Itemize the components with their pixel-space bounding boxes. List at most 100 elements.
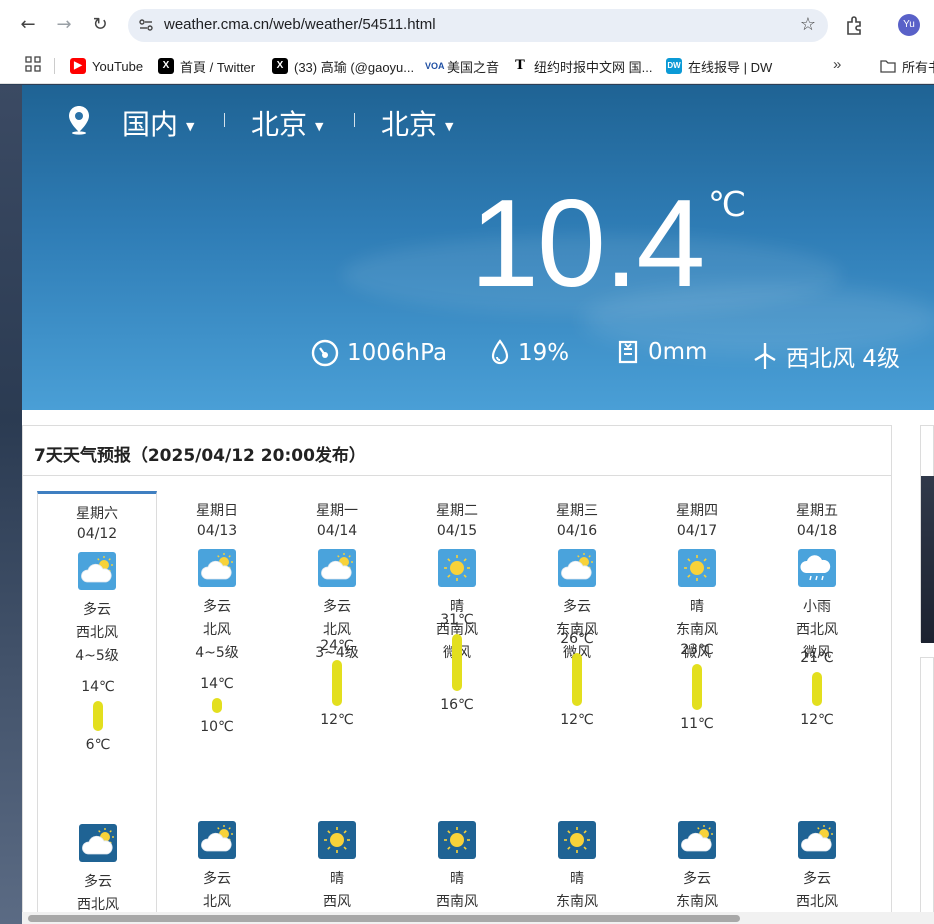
day-weather-label: 小雨 [803, 599, 831, 615]
bookmark-twitter-home[interactable]: X 首頁 / Twitter [158, 56, 255, 76]
bookmark-youtube[interactable]: ▶ YouTube [70, 56, 143, 76]
apps-grid-icon[interactable] [25, 56, 41, 72]
bookmark-gaoyu[interactable]: X (33) 高瑜 (@gaoyu... [272, 56, 414, 76]
bookmark-dw[interactable]: DW 在线报导 | DW [666, 56, 772, 76]
caret-down-icon: ▼ [186, 119, 195, 133]
low-temperature: 10℃ [200, 719, 234, 736]
bookmark-star-icon[interactable]: ☆ [800, 14, 816, 35]
address-bar[interactable]: weather.cma.cn/web/weather/54511.html ☆ [128, 9, 828, 42]
precipitation-value: 0mm [648, 339, 708, 365]
day-weather-label: 多云 [323, 599, 351, 615]
reload-button[interactable]: ↻ [87, 12, 113, 38]
date-label: 04/18 [796, 523, 838, 539]
night-wind-direction: 西北风 [796, 894, 838, 910]
more-bookmarks-icon[interactable]: » [833, 56, 841, 73]
pressure-value: 1006hPa [347, 340, 448, 366]
night-forecast: 多云 西北风 [757, 821, 877, 912]
caret-down-icon: ▼ [315, 119, 324, 133]
sunny-night-icon [558, 821, 596, 859]
location-pin-icon [69, 106, 89, 135]
low-temperature: 16℃ [440, 696, 474, 713]
province-selector[interactable]: 北京 ▼ [251, 103, 323, 143]
day-wind-direction: 北风 [323, 622, 351, 638]
bookmark-label: 美国之音 [447, 59, 500, 75]
day-weather-label: 多云 [83, 602, 111, 618]
city-label: 北京 [381, 108, 438, 141]
night-forecast: 晴西风 [277, 821, 397, 912]
current-weather-banner: 国内 ▼ 北京 ▼ 北京 ▼ 10.4 ℃ 1006hPa 19% 0mm 西北… [22, 85, 934, 410]
sidebar-image [921, 476, 934, 643]
bookmark-label: YouTube [92, 58, 144, 74]
youtube-icon: ▶ [70, 58, 86, 74]
low-temperature: 12℃ [320, 711, 354, 728]
bookmark-voa[interactable]: VOA 美国之音 [425, 56, 499, 76]
profile-avatar[interactable]: Yu [898, 14, 920, 36]
day-weather-label: 多云 [203, 599, 231, 615]
high-temperature: 14℃ [200, 676, 234, 693]
bookmark-label: 首頁 / Twitter [180, 59, 256, 75]
province-label: 北京 [251, 108, 308, 141]
selector-divider [354, 113, 355, 127]
all-bookmarks-folder[interactable]: 所有书 [880, 56, 934, 76]
partly-cloudy-icon [318, 549, 356, 587]
temperature-range-bar [332, 660, 342, 706]
forecast-day[interactable]: 星期五 04/18 小雨 西北风 微风 21℃ 12℃ 多云 西北风 [757, 491, 877, 924]
forecast-day[interactable]: 星期二04/15晴西南风微风31℃16℃晴西南风 [397, 491, 517, 924]
date-label: 04/14 [316, 523, 358, 539]
temperature-range-bar [93, 701, 103, 732]
extensions-icon[interactable] [844, 14, 866, 36]
low-temperature: 6℃ [85, 737, 111, 754]
forecast-day[interactable]: 星期日 04/13 多云 北风 4~5级 14℃ 10℃ 多云 北风 [157, 491, 277, 924]
night-wind-direction: 西风 [323, 894, 351, 910]
bookmark-nytimes[interactable]: T 纽约时报中文网 国... [512, 56, 652, 76]
sunny-icon [438, 549, 476, 587]
day-weather-label: 晴 [690, 599, 704, 615]
back-button[interactable]: ← [15, 12, 41, 38]
scrollbar-thumb[interactable] [28, 915, 740, 922]
sidebar-column [920, 425, 934, 924]
region-selector[interactable]: 国内 ▼ [122, 103, 194, 143]
sidebar-card [920, 425, 934, 643]
dw-icon: DW [666, 58, 682, 74]
partly-cloudy-night-icon [678, 821, 716, 859]
forecast-day[interactable]: 星期六 04/12 多云 西北风 4~5级 14℃ 6℃ 多云 西北风 [37, 491, 157, 924]
forecast-day[interactable]: 星期一 04/14 多云 北风 3~4级 24℃ 12℃ 晴西风 [277, 491, 397, 924]
city-selector[interactable]: 北京 ▼ [381, 103, 453, 143]
voa-icon: VOA [425, 58, 445, 74]
water-drop-icon [491, 339, 509, 365]
bookmark-label: (33) 高瑜 (@gaoyu... [294, 59, 415, 75]
night-wind-direction: 西南风 [436, 894, 478, 910]
day-wind-direction: 西北风 [76, 625, 118, 641]
weekday-label: 星期五 [796, 503, 838, 519]
site-info-icon[interactable] [138, 17, 154, 33]
temperature-unit: ℃ [708, 186, 747, 224]
date-label: 04/16 [556, 523, 598, 539]
selector-divider [224, 113, 225, 127]
browser-toolbar: ← → ↻ weather.cma.cn/web/weather/54511.h… [0, 0, 934, 50]
folder-icon [880, 60, 896, 73]
wind-value: 西北风 4级 [786, 346, 900, 372]
forecast-day[interactable]: 星期三04/16多云东南风微风26℃12℃晴东南风 [517, 491, 637, 924]
forecast-day[interactable]: 星期四 04/17 晴东南风 微风 23℃ 11℃ 多云 东南风 [637, 491, 757, 924]
horizontal-scrollbar[interactable] [22, 912, 934, 924]
night-weather-label: 多云 [683, 871, 711, 887]
high-temperature: 21℃ [800, 649, 834, 666]
temperature-range-bar [692, 664, 702, 710]
partly-cloudy-night-icon [798, 821, 836, 859]
date-label: 04/15 [436, 523, 478, 539]
sunny-night-icon [438, 821, 476, 859]
x-icon: X [272, 58, 288, 74]
sunny-night-icon [318, 821, 356, 859]
night-weather-label: 晴 [330, 871, 344, 887]
bookmark-label: 纽约时报中文网 国... [534, 59, 653, 75]
light-rain-icon [798, 549, 836, 587]
forward-button[interactable]: → [51, 12, 77, 38]
forecast-title: 7天天气预报（2025/04/12 20:00发布） [23, 426, 891, 476]
night-wind-direction: 东南风 [676, 894, 718, 910]
pressure-gauge-icon [311, 339, 339, 367]
url-text[interactable]: weather.cma.cn/web/weather/54511.html [164, 16, 436, 33]
day-wind-direction: 东南风 [676, 622, 718, 638]
nyt-icon: T [512, 58, 528, 74]
weekday-label: 星期四 [676, 503, 718, 519]
wind-stat: 西北风 4级 [752, 339, 900, 373]
